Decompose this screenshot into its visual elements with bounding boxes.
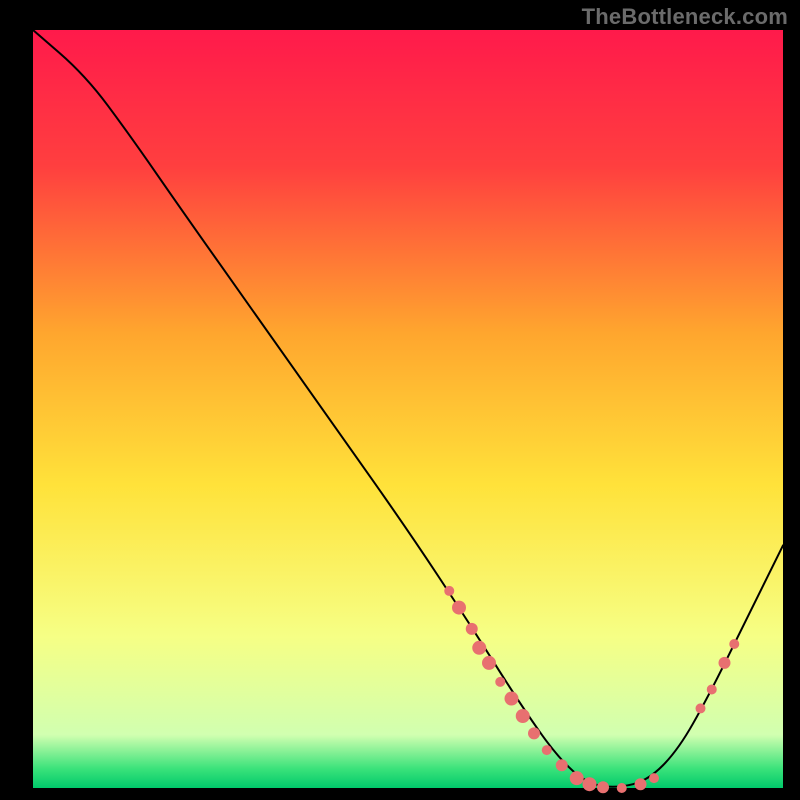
data-marker xyxy=(635,778,647,790)
gradient-background xyxy=(33,30,783,788)
chart-container: TheBottleneck.com xyxy=(0,0,800,800)
bottleneck-chart xyxy=(0,0,800,800)
data-marker xyxy=(482,656,496,670)
data-marker xyxy=(505,692,519,706)
data-marker xyxy=(707,684,717,694)
data-marker xyxy=(570,771,584,785)
data-marker xyxy=(516,709,530,723)
data-marker xyxy=(617,783,627,793)
data-marker xyxy=(556,759,568,771)
data-marker xyxy=(649,773,659,783)
data-marker xyxy=(452,601,466,615)
data-marker xyxy=(696,703,706,713)
data-marker xyxy=(719,657,731,669)
data-marker xyxy=(597,781,609,793)
data-marker xyxy=(528,727,540,739)
data-marker xyxy=(444,586,454,596)
data-marker xyxy=(729,639,739,649)
data-marker xyxy=(466,623,478,635)
data-marker xyxy=(583,777,597,791)
watermark-text: TheBottleneck.com xyxy=(582,4,788,30)
data-marker xyxy=(542,745,552,755)
data-marker xyxy=(472,641,486,655)
data-marker xyxy=(495,677,505,687)
